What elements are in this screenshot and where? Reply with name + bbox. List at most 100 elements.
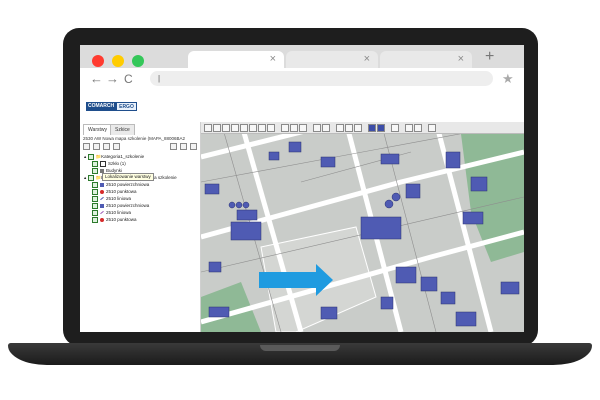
forward-icon[interactable]: → — [106, 71, 119, 86]
building[interactable] — [395, 266, 417, 284]
tooltip: Lokalizowanie warstwy — [102, 173, 154, 181]
building[interactable] — [360, 216, 402, 240]
close-tab-icon[interactable]: × — [364, 53, 370, 65]
address-toolbar: ← → C | ★ — [80, 68, 524, 92]
building[interactable] — [230, 221, 262, 241]
building[interactable] — [208, 306, 230, 318]
layer-item[interactable]: 2510 liniowa — [82, 195, 200, 202]
tank[interactable] — [235, 201, 243, 209]
layer-view-icon[interactable] — [368, 123, 376, 132]
zoom-in-icon[interactable] — [240, 123, 248, 132]
tab-szkice[interactable]: Szkice — [110, 124, 135, 135]
paste-icon[interactable] — [290, 123, 298, 132]
layer-group[interactable]: ▴ 📁Lokalizowanie warstwy ... ia szkoleni… — [82, 173, 200, 181]
tank[interactable] — [391, 192, 401, 202]
tool-icon[interactable] — [336, 123, 344, 132]
layer-item[interactable]: 2510 liniowa — [82, 209, 200, 216]
building[interactable] — [440, 291, 456, 305]
tool-icon[interactable] — [345, 123, 353, 132]
checkbox[interactable] — [92, 209, 98, 216]
building[interactable] — [380, 153, 400, 165]
layer-group[interactable]: ▴ 📁Kategoria1_szkolenie — [82, 153, 200, 160]
building[interactable] — [320, 156, 336, 168]
polygon-symbol-icon — [100, 203, 104, 208]
layer-item[interactable]: 2510 powierzchniowa — [82, 181, 200, 188]
laptop-notch — [260, 345, 340, 351]
zoom-out-icon[interactable] — [249, 123, 257, 132]
layer-item[interactable]: 2510 punktowa — [82, 188, 200, 195]
checkbox[interactable] — [92, 202, 98, 209]
building[interactable] — [420, 276, 438, 292]
building[interactable] — [208, 261, 222, 273]
tank[interactable] — [242, 201, 250, 209]
pan-icon[interactable] — [204, 123, 212, 132]
building[interactable] — [462, 211, 484, 225]
collapse-icon[interactable] — [428, 123, 436, 132]
undo-icon[interactable] — [299, 123, 307, 132]
checkbox[interactable] — [92, 188, 98, 195]
checkbox[interactable] — [92, 195, 98, 202]
layer-item[interactable]: 2510 powierzchniowa — [82, 202, 200, 209]
building[interactable] — [405, 183, 421, 199]
browser-tab[interactable]: × — [286, 51, 378, 68]
download-icon[interactable] — [405, 123, 413, 132]
map-view[interactable] — [201, 122, 524, 332]
filter-icon[interactable] — [170, 142, 177, 150]
minimize-window-button[interactable] — [112, 55, 124, 67]
building[interactable] — [470, 176, 488, 192]
draw-polygon-icon[interactable] — [322, 123, 330, 132]
move-icon[interactable] — [267, 123, 275, 132]
measure-icon[interactable] — [222, 123, 230, 132]
info-icon[interactable] — [231, 123, 239, 132]
add-layer-icon[interactable] — [83, 142, 90, 150]
browser-tab[interactable]: × — [380, 51, 472, 68]
remove-layer-icon[interactable] — [93, 142, 100, 150]
settings-icon[interactable] — [180, 142, 187, 150]
tool-icon[interactable] — [354, 123, 362, 132]
layer-label: 2510 punktowa — [106, 189, 137, 194]
print-icon[interactable] — [391, 123, 399, 132]
checkbox[interactable] — [87, 153, 94, 160]
select-icon[interactable] — [213, 123, 221, 132]
line-symbol-icon — [100, 211, 104, 215]
close-window-button[interactable] — [92, 55, 104, 67]
maximize-window-button[interactable] — [132, 55, 144, 67]
building[interactable] — [500, 281, 520, 295]
draw-line-icon[interactable] — [313, 123, 321, 132]
close-tab-icon[interactable]: × — [458, 53, 464, 65]
checkbox[interactable] — [92, 181, 98, 188]
layer-item[interactable]: Szkło (1) — [82, 160, 200, 167]
folder-icon[interactable] — [103, 142, 110, 150]
back-icon[interactable]: ← — [90, 71, 103, 86]
layer-view-icon[interactable] — [377, 123, 385, 132]
screen: × × × + ← → C | ★ COMARCH ERGO Warstwy S… — [80, 45, 524, 332]
layer-item[interactable]: 2510 punktowa — [82, 216, 200, 223]
checkbox[interactable] — [92, 216, 98, 223]
building[interactable] — [445, 151, 461, 169]
tank[interactable] — [228, 201, 236, 209]
checkbox[interactable] — [92, 160, 98, 167]
close-tab-icon[interactable]: × — [270, 53, 276, 65]
building[interactable] — [455, 311, 477, 327]
browser-tab-active[interactable]: × — [188, 51, 284, 68]
building[interactable] — [288, 141, 302, 153]
zoom-extent-icon[interactable] — [258, 123, 266, 132]
scale-icon[interactable] — [414, 123, 422, 132]
url-input[interactable]: | — [150, 71, 493, 86]
new-tab-button[interactable]: + — [485, 48, 494, 66]
building[interactable] — [380, 296, 394, 310]
tab-warstwy[interactable]: Warstwy — [83, 124, 112, 135]
building[interactable] — [268, 151, 280, 161]
copy-icon[interactable] — [281, 123, 289, 132]
share-icon[interactable] — [190, 142, 197, 150]
checkbox[interactable] — [87, 174, 94, 181]
edit-icon[interactable] — [113, 142, 120, 150]
checkbox[interactable] — [92, 167, 98, 174]
building[interactable] — [236, 209, 258, 221]
tank[interactable] — [384, 199, 394, 209]
map-canvas[interactable] — [201, 122, 524, 332]
reload-icon[interactable]: C — [124, 72, 133, 86]
bookmark-star-icon[interactable]: ★ — [502, 71, 514, 87]
building[interactable] — [320, 306, 338, 320]
building[interactable] — [204, 183, 220, 195]
